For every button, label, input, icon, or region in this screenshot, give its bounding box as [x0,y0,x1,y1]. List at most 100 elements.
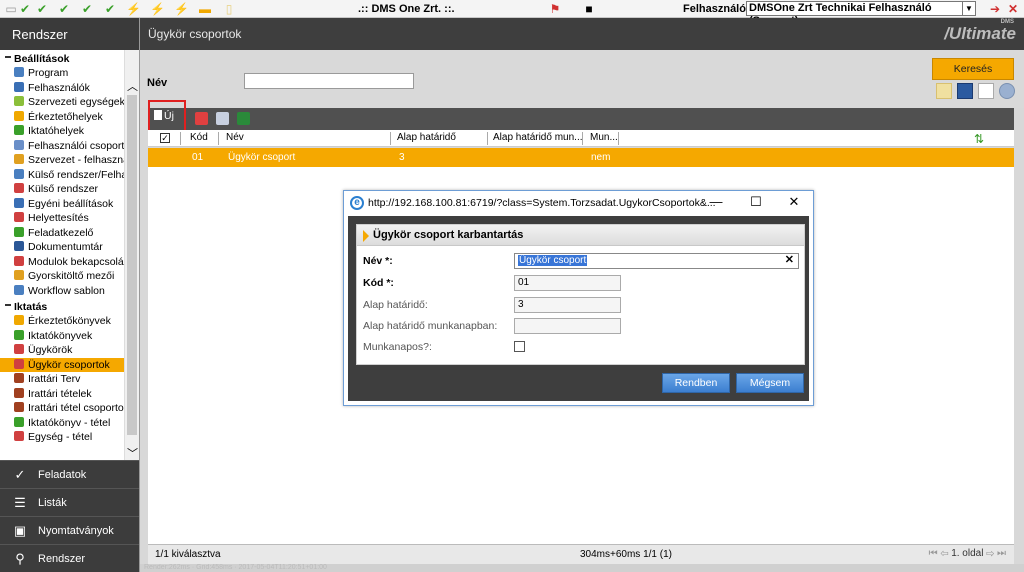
nav-button[interactable]: ✓ Feladatok [0,460,139,488]
excel-icon[interactable] [237,112,250,125]
sidebar-item[interactable]: Érkeztetőhelyek [0,110,124,125]
sidebar-item[interactable]: Irattári Terv [0,372,124,387]
logout-icon[interactable]: ➔ [988,2,1002,16]
field-kod-input[interactable]: 01 [514,275,621,291]
field-nev-input[interactable]: Ügykör csoport ✕ [514,253,799,269]
dropdown-circle-icon[interactable] [999,83,1016,99]
sidebar-header: Rendszer [0,18,139,50]
list-icon: ☰ [14,494,26,510]
check-icon[interactable]: ✔ [57,2,71,16]
save-icon[interactable] [957,83,974,99]
top-toolbar: ▭ ✔ ✔ ✔ ✔ ✔ ⚡ ⚡ ⚡ ▬ ▯ .:: DMS One Zrt. :… [0,0,1024,27]
user-label: Felhasználó: [683,3,750,15]
column-header-munkanapos[interactable]: Mun... [590,132,618,143]
print-icon[interactable] [216,112,229,125]
sidebar-item[interactable]: Modulok bekapcsolása [0,255,124,270]
close-icon[interactable]: ✕ [782,194,806,210]
sidebar-item-label: Szervezet - felhasználó [28,154,124,166]
refresh-icon[interactable]: ⇅ [974,132,984,146]
sidebar-item[interactable]: Iktatóhelyek [0,124,124,139]
user-select[interactable]: DMSOne Zrt Technikai Felhasználó (Suppor… [746,1,976,27]
sidebar-item[interactable]: Gyorskitöltő mezői [0,269,124,284]
table-row[interactable]: 01 Ügykör csoport 3 nem [148,148,1014,167]
column-header-alap-hatarido[interactable]: Alap határidő [397,132,456,143]
collapse-icon[interactable] [363,230,369,242]
scroll-thumb[interactable] [127,95,137,435]
delete-icon[interactable] [195,112,208,125]
scroll-down-icon[interactable]: ﹀ [125,445,140,461]
sidebar-section-title[interactable]: Beállítások [0,50,124,66]
check-icon[interactable]: ✔ [18,2,32,16]
ok-button[interactable]: Rendben [662,373,730,393]
sidebar-item[interactable]: Külső rendszer [0,182,124,197]
sidebar-scrollbar[interactable]: ︿ ﹀ [124,50,139,460]
clear-icon[interactable]: ✕ [785,254,794,266]
sidebar-item[interactable]: Szervezet - felhasználó [0,153,124,168]
new-button[interactable]: Új [148,100,186,133]
sidebar-item[interactable]: Dokumentumtár [0,240,124,255]
user-gear-icon [14,197,24,208]
sidebar-item[interactable]: Irattári tételek [0,387,124,402]
sidebar-item[interactable]: Egység - tétel [0,430,124,445]
sidebar-item[interactable]: Külső rendszer/Felhasz [0,168,124,183]
new-doc-icon[interactable] [978,83,995,99]
check-icon[interactable]: ✔ [103,2,117,16]
sidebar-item[interactable]: Ügykör csoportok [0,357,124,372]
sidebar-item[interactable]: Iktatókönyvek [0,329,124,344]
prev-page-icon[interactable]: ⇦ [940,548,948,559]
nav-button[interactable]: ⚲ Rendszer [0,544,139,572]
sidebar-item[interactable]: Felhasználói csoportok [0,139,124,154]
chevron-down-icon[interactable]: ▼ [962,2,975,15]
column-header-alap-hatarido-mun[interactable]: Alap határidő mun... [493,132,583,143]
sidebar-item-label: Ügykör csoportok [28,358,110,371]
selection-status: 1/1 kiválasztva [155,549,221,560]
sidebar-item-label: Felhasználók [28,81,90,94]
filter-name-input[interactable] [244,73,414,89]
sidebar-item[interactable]: Iktatókönyv - tétel [0,416,124,431]
close-icon[interactable]: ✕ [1006,2,1020,16]
minimize-icon[interactable]: — [704,194,728,209]
cancel-button[interactable]: Mégsem [736,373,804,393]
sidebar-item-label: Helyettesítés [28,212,89,224]
page-number: 1. oldal [951,548,984,559]
field-hatarido-input[interactable]: 3 [514,297,621,313]
sidebar-item[interactable]: Irattári tétel csoportok [0,401,124,416]
sidebar-item[interactable]: Helyettesítés [0,211,124,226]
lightning-icon[interactable]: ⚡ [174,2,189,16]
blank-doc-icon[interactable]: ▭ [4,2,18,16]
field-munkanap-input[interactable] [514,318,621,334]
munkanapos-checkbox[interactable] [514,341,525,352]
stop-icon[interactable]: ■ [582,2,596,16]
scroll-up-icon[interactable]: ︿ [125,78,140,94]
last-page-icon[interactable]: ⏭ [997,548,1006,559]
next-page-icon[interactable]: ⇨ [986,548,994,559]
column-header-nev[interactable]: Név [226,132,244,143]
sidebar-item[interactable]: Feladatkezelő [0,226,124,241]
note-icon[interactable]: ▯ [222,2,236,16]
filter-name-label: Név [147,77,168,89]
sidebar-item-label: Modulok bekapcsolása [28,255,124,268]
sidebar-item[interactable]: Felhasználók [0,81,124,96]
sidebar-item[interactable]: Program [0,66,124,81]
folder-open-icon[interactable] [936,83,952,99]
folder-icon[interactable]: ▬ [198,2,212,16]
sidebar-item[interactable]: Workflow sablon [0,284,124,299]
lightning-icon[interactable]: ⚡ [126,2,141,16]
link-icon [14,168,24,179]
search-button[interactable]: Keresés [932,58,1014,80]
first-page-icon[interactable]: ⏮ [929,548,938,559]
sidebar-item[interactable]: Érkeztetőkönyvek [0,314,124,329]
check-icon[interactable]: ✔ [35,2,49,16]
check-icon[interactable]: ✔ [80,2,94,16]
sidebar-section-title[interactable]: Iktatás [0,298,124,314]
maximize-icon[interactable]: ☐ [744,194,768,210]
nav-button[interactable]: ☰ Listák [0,488,139,516]
select-all-checkbox[interactable]: ✓ [160,133,170,143]
sidebar-item[interactable]: Egyéni beállítások [0,197,124,212]
nav-button[interactable]: ▣ Nyomtatványok [0,516,139,544]
alert-icon[interactable]: ⚑ [548,2,562,16]
sidebar-item[interactable]: Szervezeti egységek [0,95,124,110]
lightning-icon[interactable]: ⚡ [150,2,165,16]
column-header-kod[interactable]: Kód [190,132,208,143]
sidebar-item[interactable]: Ügykörök [0,343,124,358]
